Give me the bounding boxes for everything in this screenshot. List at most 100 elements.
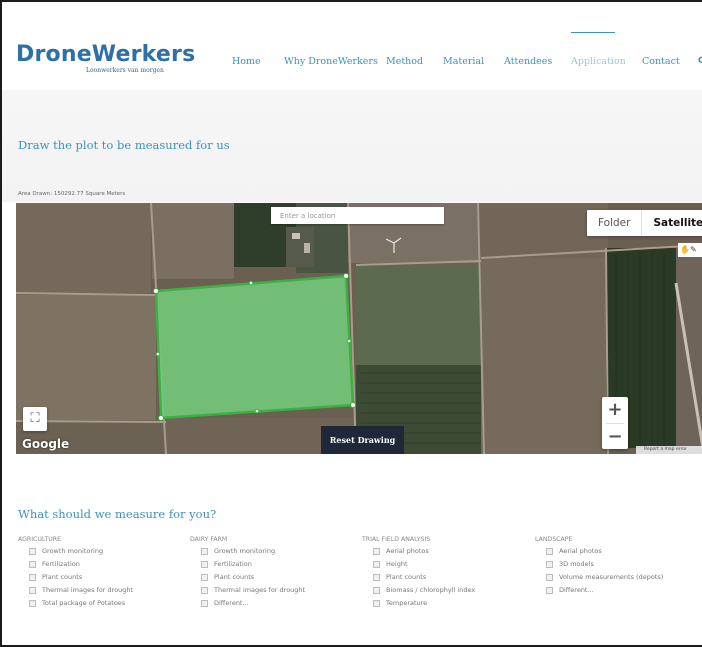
option-label: Different... xyxy=(559,586,594,594)
checkbox[interactable] xyxy=(201,573,208,581)
checkbox[interactable] xyxy=(201,560,208,568)
zoom-in-button[interactable]: + xyxy=(602,397,628,423)
checkbox-option[interactable]: Biomass / chlorophyll index xyxy=(373,586,475,594)
option-label: Growth monitoring xyxy=(214,547,276,555)
nav-method[interactable]: Method xyxy=(386,56,423,67)
checkbox-option[interactable]: Plant counts xyxy=(373,573,426,581)
drawing-tools: ✋✎ xyxy=(678,243,702,257)
checkbox[interactable] xyxy=(373,547,380,555)
site-logo[interactable]: DroneWerkers Loonwerkers van morgen xyxy=(16,42,196,74)
field-tile xyxy=(16,295,156,420)
logo-text: DroneWerkers xyxy=(16,42,196,67)
option-label: Growth monitoring xyxy=(42,547,104,555)
field-tile xyxy=(152,203,234,279)
nav-material[interactable]: Material xyxy=(443,56,484,67)
drawn-plot-polygon[interactable] xyxy=(154,274,355,420)
active-nav-indicator xyxy=(571,32,615,33)
nav-why-dronewerkers[interactable]: Why DroneWerkers xyxy=(284,56,378,67)
nav-overflow-item[interactable]: C xyxy=(698,56,702,66)
field-tile xyxy=(356,265,481,365)
nav-contact[interactable]: Contact xyxy=(642,56,680,67)
fullscreen-button[interactable]: ⛶ xyxy=(23,407,47,431)
option-label: Height xyxy=(386,560,408,568)
page-frame: DroneWerkers Loonwerkers van morgen Home… xyxy=(0,0,702,647)
checkbox[interactable] xyxy=(29,586,36,594)
checkbox-option[interactable]: 3D models xyxy=(546,560,594,568)
satellite-map[interactable]: Folder Satellite ✋✎ ⛶ Google + − Reset D… xyxy=(16,203,702,454)
checkbox[interactable] xyxy=(201,547,208,555)
option-label: Thermal images for drought xyxy=(214,586,306,594)
option-label: Plant counts xyxy=(42,573,83,581)
option-label: Aerial photos xyxy=(386,547,429,555)
checkbox-option[interactable]: Different... xyxy=(201,599,249,607)
checkbox-option[interactable]: Aerial photos xyxy=(373,547,429,555)
checkbox-option[interactable]: Thermal images for drought xyxy=(29,586,133,594)
map-type-toggle: Folder Satellite xyxy=(587,210,702,236)
farm-building-roof xyxy=(292,233,300,239)
checkbox-option[interactable]: Growth monitoring xyxy=(29,547,103,555)
option-label: Fertilization xyxy=(214,560,252,568)
reset-drawing-button[interactable]: Reset Drawing xyxy=(321,426,404,454)
map-type-satellite-button[interactable]: Satellite xyxy=(641,210,702,236)
checkbox[interactable] xyxy=(373,599,380,607)
checkbox[interactable] xyxy=(546,573,553,581)
checkbox[interactable] xyxy=(29,573,36,581)
option-label: Different... xyxy=(214,599,249,607)
checkbox[interactable] xyxy=(29,599,36,607)
option-label: Total package of Potatoes xyxy=(42,599,126,607)
checkbox-option[interactable]: Aerial photos xyxy=(546,547,602,555)
category-agriculture: AGRICULTURE xyxy=(18,536,62,543)
category-landscape: LANDSCAPE xyxy=(535,536,573,543)
satellite-imagery xyxy=(16,203,702,454)
site-header: DroneWerkers Loonwerkers van morgen Home… xyxy=(2,2,702,90)
checkbox[interactable] xyxy=(546,586,553,594)
option-label: Plant counts xyxy=(214,573,255,581)
option-label: Thermal images for drought xyxy=(42,586,134,594)
draw-section-title: Draw the plot to be measured for us xyxy=(18,138,230,152)
option-label: 3D models xyxy=(559,560,594,568)
checkbox-option[interactable]: Temperature xyxy=(373,599,427,607)
logo-tagline: Loonwerkers van morgen xyxy=(86,67,164,74)
option-label: Fertilization xyxy=(42,560,80,568)
option-label: Volume measurements (depots) xyxy=(559,573,664,581)
checkbox-option[interactable]: Fertilization xyxy=(201,560,252,568)
checkbox-option[interactable]: Total package of Potatoes xyxy=(29,599,125,607)
measure-section-title: What should we measure for you? xyxy=(18,507,217,521)
location-search-input[interactable] xyxy=(271,207,444,224)
google-logo: Google xyxy=(22,437,70,451)
checkbox[interactable] xyxy=(201,599,208,607)
category-dairy-farm: DAIRY FARM xyxy=(190,536,228,543)
option-label: Temperature xyxy=(386,599,428,607)
checkbox[interactable] xyxy=(546,560,553,568)
checkbox[interactable] xyxy=(29,560,36,568)
nav-home[interactable]: Home xyxy=(232,56,261,67)
checkbox-option[interactable]: Fertilization xyxy=(29,560,80,568)
category-trial-field-analysis: TRIAL FIELD ANALYSIS xyxy=(362,536,431,543)
checkbox[interactable] xyxy=(29,547,36,555)
report-map-error-link[interactable]: Report a map error xyxy=(636,446,702,454)
zoom-out-button[interactable]: − xyxy=(602,424,628,450)
checkbox[interactable] xyxy=(373,586,380,594)
area-drawn-readout: Area Drawn: 150292.77 Square Meters xyxy=(18,191,126,197)
map-type-folder-button[interactable]: Folder xyxy=(587,210,641,236)
fullscreen-icon: ⛶ xyxy=(30,411,40,426)
field-tile xyxy=(481,258,606,454)
checkbox[interactable] xyxy=(373,573,380,581)
checkbox-option[interactable]: Plant counts xyxy=(201,573,254,581)
draw-icon[interactable]: ✎ xyxy=(690,245,697,254)
checkbox-option[interactable]: Thermal images for drought xyxy=(201,586,305,594)
option-label: Plant counts xyxy=(386,573,427,581)
checkbox-option[interactable]: Plant counts xyxy=(29,573,82,581)
checkbox[interactable] xyxy=(373,560,380,568)
nav-application[interactable]: Application xyxy=(571,56,626,67)
hand-icon[interactable]: ✋ xyxy=(680,245,690,254)
checkbox[interactable] xyxy=(201,586,208,594)
checkbox-option[interactable]: Volume measurements (depots) xyxy=(546,573,663,581)
checkbox[interactable] xyxy=(546,547,553,555)
checkbox-option[interactable]: Different... xyxy=(546,586,594,594)
checkbox-option[interactable]: Height xyxy=(373,560,408,568)
zoom-control: + − xyxy=(602,397,628,449)
field-tile xyxy=(16,203,151,293)
checkbox-option[interactable]: Growth monitoring xyxy=(201,547,275,555)
nav-attendees[interactable]: Attendees xyxy=(504,56,552,67)
